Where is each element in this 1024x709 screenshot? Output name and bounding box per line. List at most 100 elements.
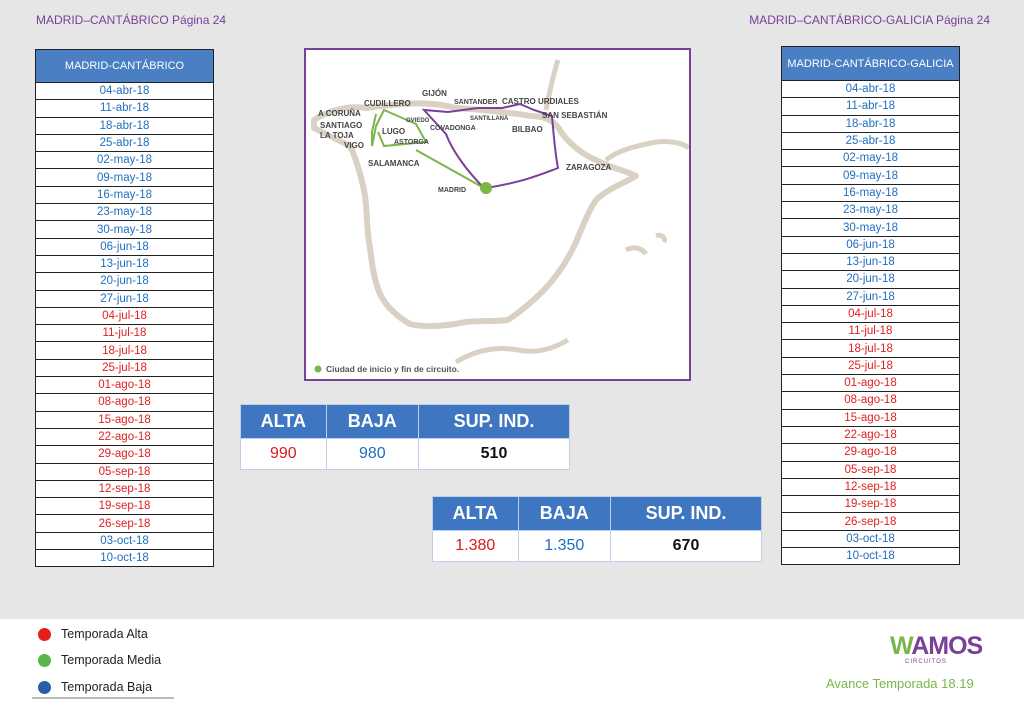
departure-date: 25-abr-18	[35, 133, 214, 153]
departure-date: 25-abr-18	[781, 131, 960, 151]
departure-date: 18-abr-18	[35, 116, 214, 135]
departure-date: 29-ago-18	[781, 443, 960, 462]
departure-date: 04-abr-18	[35, 81, 214, 101]
table-row: 05-sep-18	[35, 462, 214, 481]
departure-date: 12-sep-18	[781, 477, 960, 497]
map-city-covadonga: COVADONGA	[430, 125, 476, 132]
departure-date: 10-oct-18	[35, 549, 214, 568]
map-svg: A CORUÑA SANTIAGO LA TOJA VIGO CUDILLERO…	[311, 59, 689, 374]
table-row: 27-jun-18	[35, 289, 214, 308]
table-row: 06-jun-18	[35, 237, 214, 256]
map-city-a-coruna: A CORUÑA	[318, 109, 361, 118]
departure-date: 27-jun-18	[35, 289, 214, 308]
departure-date: 29-ago-18	[35, 445, 214, 464]
departure-date: 25-jul-18	[35, 358, 214, 378]
table-row: 23-may-18	[781, 201, 960, 220]
map-city-madrid: MADRID	[438, 187, 466, 194]
departure-date: 09-may-18	[781, 166, 960, 185]
departure-date: 11-jul-18	[35, 324, 214, 343]
departure-date: 06-jun-18	[781, 235, 960, 254]
table-row: 19-sep-18	[35, 497, 214, 516]
departure-date: 25-jul-18	[781, 356, 960, 376]
legend-label: Temporada Media	[61, 653, 162, 667]
departure-date: 12-sep-18	[35, 479, 214, 499]
price-header-baja: BAJA	[517, 496, 612, 531]
price-alta: 1.380	[432, 530, 519, 562]
departure-date: 10-oct-18	[781, 547, 960, 566]
departure-date: 11-jul-18	[781, 322, 960, 341]
table-row: 12-sep-18	[35, 479, 214, 499]
table-row: 25-jul-18	[35, 358, 214, 378]
table-row: 22-ago-18	[781, 425, 960, 445]
table-row: 29-ago-18	[781, 443, 960, 462]
departure-date: 02-may-18	[35, 151, 214, 170]
departure-date: 30-may-18	[35, 220, 214, 239]
departure-date: 23-may-18	[35, 203, 214, 222]
map-city-santander: SANTANDER	[454, 99, 497, 106]
departure-date: 04-jul-18	[35, 306, 214, 326]
departure-date: 15-ago-18	[35, 410, 214, 429]
departure-date: 20-jun-18	[781, 270, 960, 289]
map-city-castro-urdiales: CASTRO URDIALES	[502, 97, 580, 106]
departure-date: 20-jun-18	[35, 272, 214, 291]
legend-temporada-alta: Temporada Alta	[38, 627, 148, 641]
table-row: 30-may-18	[35, 220, 214, 239]
table-row: 22-ago-18	[35, 427, 214, 447]
table-row: 03-oct-18	[781, 529, 960, 549]
left-page-title: MADRID–CANTÁBRICO Página 24	[36, 13, 227, 27]
france-coast	[543, 59, 689, 162]
map-city-lugo: LUGO	[382, 127, 405, 136]
blue-dot-icon	[38, 680, 51, 694]
table-row: 26-sep-18	[781, 512, 960, 531]
table-row: 15-ago-18	[781, 408, 960, 427]
departure-date: 27-jun-18	[781, 287, 960, 306]
wamos-logo-subtitle: CIRCUITOS	[905, 659, 947, 665]
table-row: 20-jun-18	[35, 272, 214, 291]
table-row: 10-oct-18	[35, 549, 214, 568]
table-row: 01-ago-18	[35, 376, 214, 395]
price-alta: 990	[240, 438, 327, 470]
departure-date: 18-abr-18	[781, 114, 960, 133]
table-row: 08-ago-18	[781, 391, 960, 410]
departure-date: 15-ago-18	[781, 408, 960, 427]
map-city-la-toja: LA TOJA	[320, 131, 354, 140]
africa-coast	[454, 337, 570, 365]
departure-date: 01-ago-18	[35, 376, 214, 395]
table-row: 23-may-18	[35, 203, 214, 222]
map-city-astorga: ASTORGA	[394, 139, 429, 146]
table-row: 19-sep-18	[781, 495, 960, 514]
departure-date: 03-oct-18	[781, 529, 960, 549]
table-row: 25-abr-18	[781, 131, 960, 151]
map-legend-text: Ciudad de inicio y fin de circuito.	[326, 364, 459, 374]
table-row: 09-may-18	[35, 168, 214, 187]
departure-date: 11-abr-18	[781, 97, 960, 116]
map-city-san-sebastian: SAN SEBASTIÁN	[542, 111, 608, 120]
departure-date: 18-jul-18	[35, 341, 214, 360]
legend-label: Temporada Alta	[61, 627, 148, 641]
price-header-sup-ind: SUP. IND.	[418, 404, 570, 439]
table-row: 25-jul-18	[781, 356, 960, 376]
table-row: 16-may-18	[35, 185, 214, 205]
map-city-cudillero: CUDILLERO	[364, 99, 411, 108]
departure-date: 16-may-18	[35, 185, 214, 205]
table-row: 11-jul-18	[781, 322, 960, 341]
table-row: 04-abr-18	[781, 79, 960, 99]
table-row: 06-jun-18	[781, 235, 960, 254]
map-city-santillana: SANTILLANA	[470, 116, 509, 122]
table-row: 13-jun-18	[35, 254, 214, 274]
map-city-oviedo: OVIEDO	[406, 118, 430, 124]
table-row: 15-ago-18	[35, 410, 214, 429]
table-row: 25-abr-18	[35, 133, 214, 153]
departure-date: 11-abr-18	[35, 99, 214, 118]
balearic-islands	[624, 233, 667, 256]
right-page-title: MADRID–CANTÁBRICO-GALICIA Página 24	[749, 13, 990, 27]
coastline	[311, 100, 639, 330]
price-table-cantabrico-galicia: ALTA BAJA SUP. IND. 1.380 1.350 670	[432, 496, 762, 562]
departure-date: 26-sep-18	[35, 514, 214, 533]
table-row: 05-sep-18	[781, 460, 960, 479]
table-row: 12-sep-18	[781, 477, 960, 497]
price-header-alta: ALTA	[432, 496, 519, 531]
departures-table-cantabrico-galicia: MADRID-CANTÁBRICO-GALICIA 04-abr-18 11-ab…	[781, 46, 960, 566]
table-row: 13-jun-18	[781, 252, 960, 272]
price-table-cantabrico: ALTA BAJA SUP. IND. 990 980 510	[240, 404, 570, 470]
